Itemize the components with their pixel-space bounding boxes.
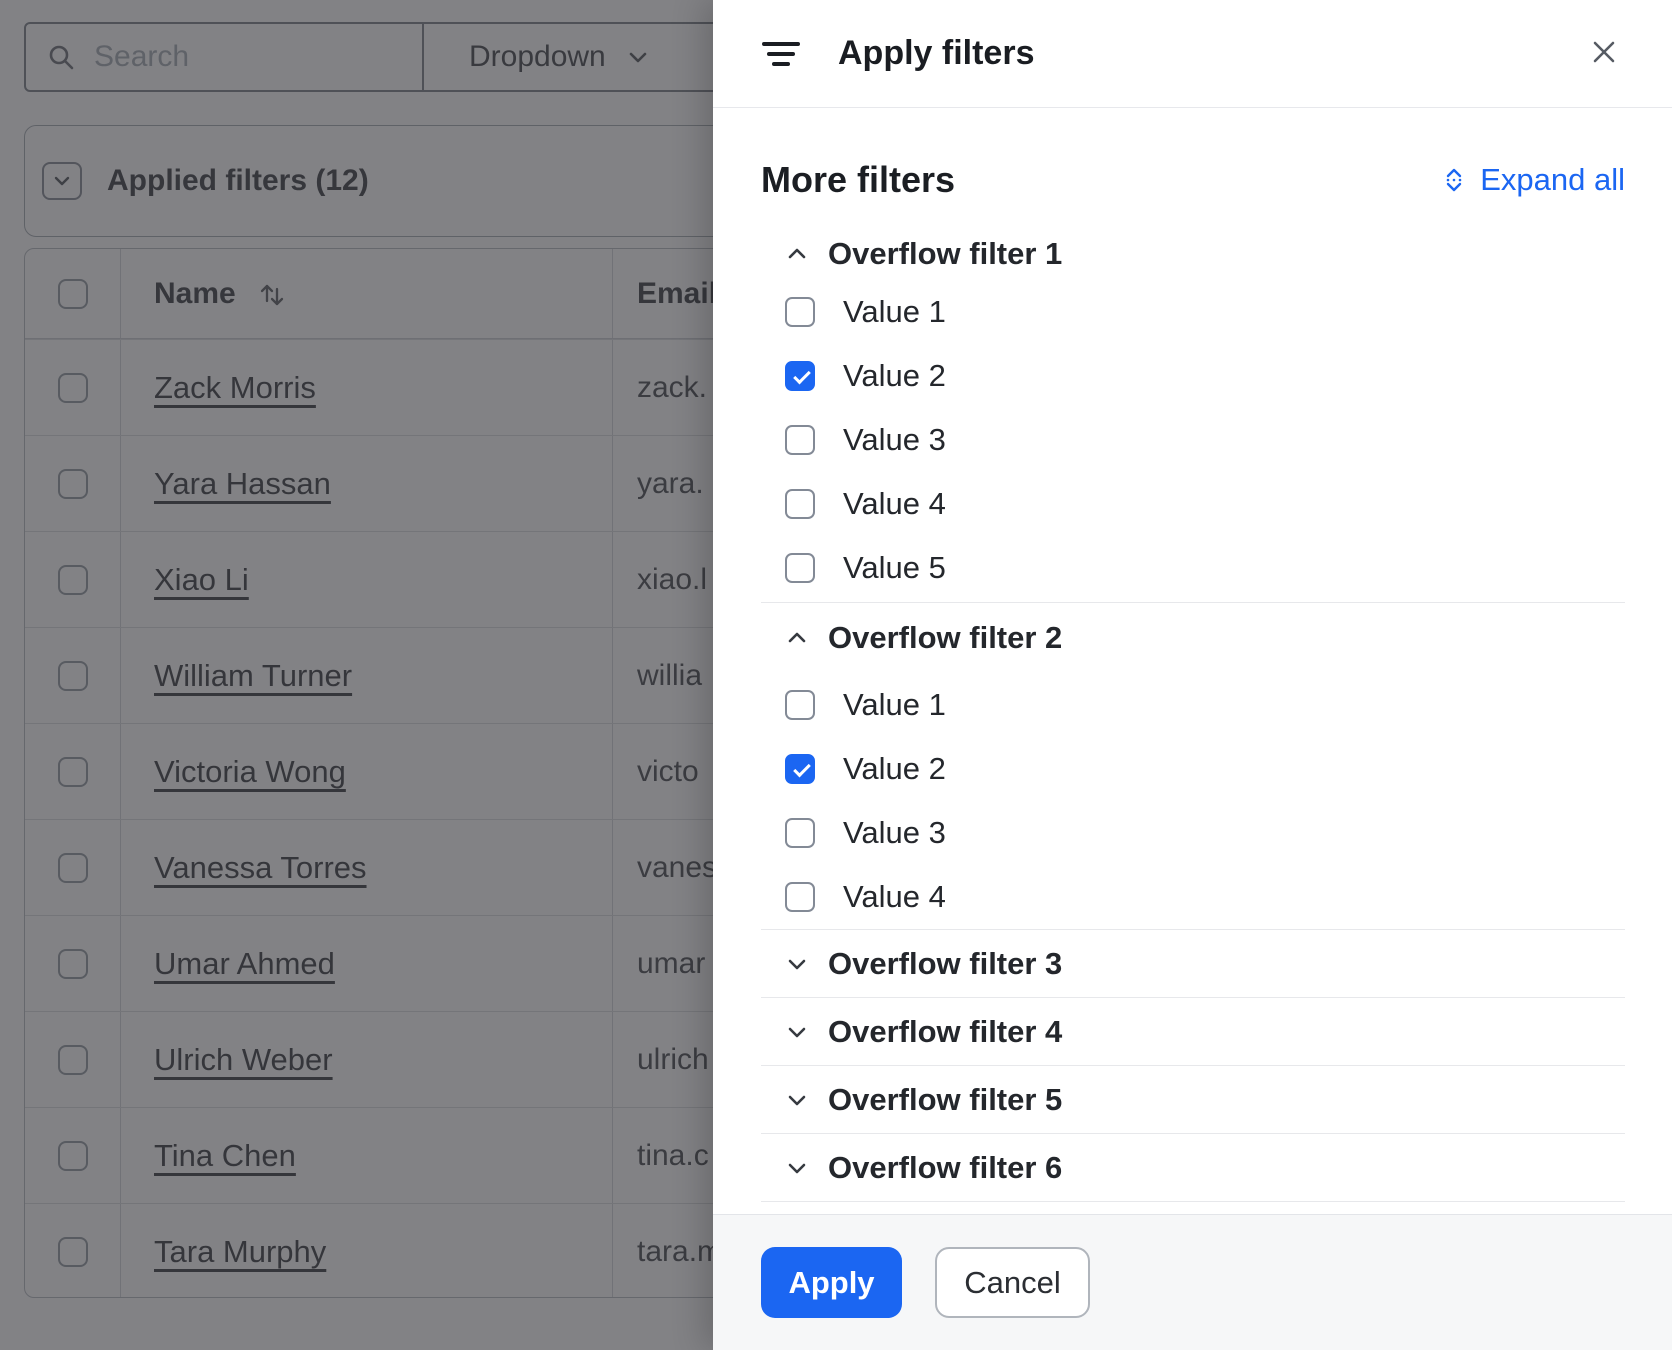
filter-section-header[interactable]: Overflow filter 3 bbox=[761, 930, 1625, 997]
checkbox[interactable] bbox=[785, 818, 815, 848]
more-filters-heading: More filters bbox=[761, 159, 955, 201]
drawer-footer: Apply Cancel bbox=[713, 1214, 1672, 1350]
filter-option[interactable]: Value 2 bbox=[761, 737, 1625, 801]
filter-option[interactable]: Value 1 bbox=[761, 673, 1625, 737]
checkbox[interactable] bbox=[785, 489, 815, 519]
filter-lines-icon bbox=[761, 39, 801, 69]
checkbox-label: Value 5 bbox=[843, 550, 946, 586]
checkbox-label: Value 3 bbox=[843, 815, 946, 851]
close-x-icon bbox=[1589, 37, 1619, 67]
checkbox-label: Value 3 bbox=[843, 422, 946, 458]
filter-option[interactable]: Value 4 bbox=[761, 472, 1625, 536]
checkbox[interactable] bbox=[785, 690, 815, 720]
filter-section-title: Overflow filter 2 bbox=[828, 620, 1062, 656]
filter-section-header[interactable]: Overflow filter 1 bbox=[761, 228, 1625, 280]
filter-option[interactable]: Value 5 bbox=[761, 536, 1625, 600]
drawer-title: Apply filters bbox=[838, 34, 1034, 73]
checkbox[interactable] bbox=[785, 361, 815, 391]
apply-button[interactable]: Apply bbox=[761, 1247, 902, 1318]
filter-section-title: Overflow filter 6 bbox=[828, 1150, 1062, 1186]
checkbox[interactable] bbox=[785, 425, 815, 455]
chevron-down-icon bbox=[785, 1020, 809, 1044]
chevron-down-icon bbox=[785, 952, 809, 976]
filter-section-header[interactable]: Overflow filter 2 bbox=[761, 603, 1625, 673]
filter-option[interactable]: Value 2 bbox=[761, 344, 1625, 408]
apply-filters-drawer: Apply filters More filters bbox=[713, 0, 1672, 1350]
drawer-body: More filters Expand all bbox=[713, 160, 1672, 1202]
close-button[interactable] bbox=[1580, 28, 1628, 76]
more-filters-row: More filters Expand all bbox=[761, 160, 1625, 200]
chevron-down-icon bbox=[785, 1088, 809, 1112]
filter-section-title: Overflow filter 5 bbox=[828, 1082, 1062, 1118]
filter-section-header[interactable]: Overflow filter 6 bbox=[761, 1134, 1625, 1201]
checkbox-label: Value 4 bbox=[843, 486, 946, 522]
checkbox[interactable] bbox=[785, 553, 815, 583]
checkbox[interactable] bbox=[785, 297, 815, 327]
checkbox-label: Value 2 bbox=[843, 751, 946, 787]
section-divider bbox=[761, 1201, 1625, 1202]
chevron-up-icon bbox=[785, 626, 809, 650]
checkbox-label: Value 4 bbox=[843, 879, 946, 915]
filter-section-title: Overflow filter 3 bbox=[828, 946, 1062, 982]
filter-section-header[interactable]: Overflow filter 4 bbox=[761, 998, 1625, 1065]
chevron-up-icon bbox=[785, 242, 809, 266]
cancel-button[interactable]: Cancel bbox=[935, 1247, 1090, 1318]
filter-section-title: Overflow filter 4 bbox=[828, 1014, 1062, 1050]
filter-section-header[interactable]: Overflow filter 5 bbox=[761, 1066, 1625, 1133]
expand-all-label: Expand all bbox=[1480, 162, 1625, 198]
expand-vertical-icon bbox=[1440, 166, 1468, 194]
chevron-down-icon bbox=[785, 1156, 809, 1180]
checkbox[interactable] bbox=[785, 754, 815, 784]
screen: Search Dropdown Applied filters (12) bbox=[0, 0, 1672, 1350]
checkbox-label: Value 1 bbox=[843, 687, 946, 723]
checkbox[interactable] bbox=[785, 882, 815, 912]
expand-all-button[interactable]: Expand all bbox=[1440, 162, 1625, 198]
filter-option[interactable]: Value 4 bbox=[761, 865, 1625, 929]
filter-option[interactable]: Value 3 bbox=[761, 408, 1625, 472]
checkbox-label: Value 1 bbox=[843, 294, 946, 330]
checkbox-label: Value 2 bbox=[843, 358, 946, 394]
filter-option[interactable]: Value 3 bbox=[761, 801, 1625, 865]
drawer-header: Apply filters bbox=[713, 0, 1672, 108]
filter-option[interactable]: Value 1 bbox=[761, 280, 1625, 344]
filter-section-title: Overflow filter 1 bbox=[828, 236, 1062, 272]
